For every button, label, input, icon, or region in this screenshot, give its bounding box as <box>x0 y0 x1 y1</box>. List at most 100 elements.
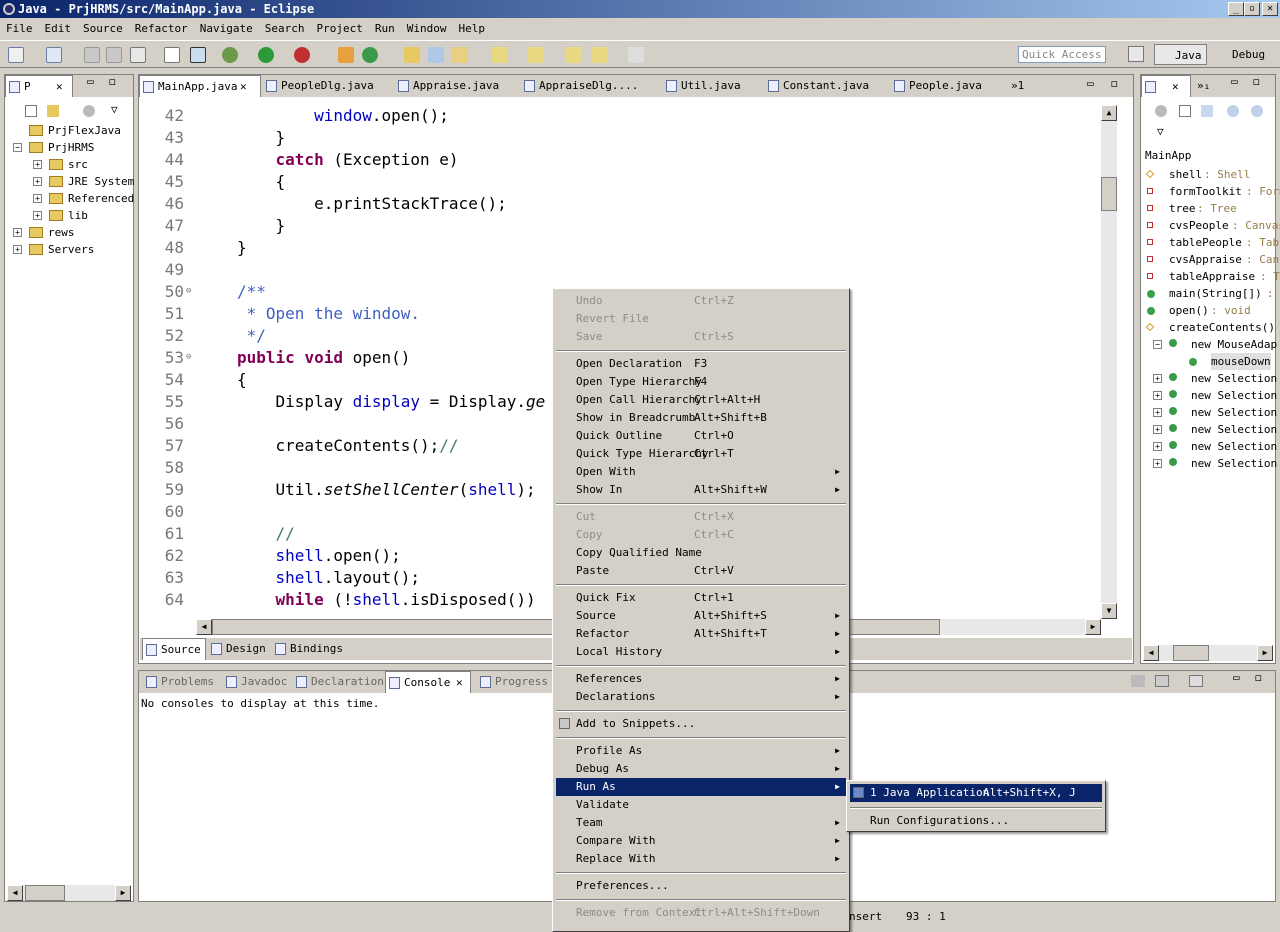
maximize-view-icon[interactable]: ◻ <box>109 75 116 88</box>
code-line[interactable]: } <box>237 215 286 237</box>
menu-item-open-type-hierarchy[interactable]: Open Type Hierarchy F4 <box>556 373 846 391</box>
collapse-icon[interactable]: − <box>1153 340 1162 349</box>
minimize-view-icon[interactable]: ▭ <box>87 75 94 88</box>
menu-item-profile-as[interactable]: Profile As ▶ <box>556 742 846 760</box>
close-icon[interactable]: ✕ <box>240 76 247 98</box>
expand-icon[interactable]: + <box>1153 408 1162 417</box>
menu-item-run-as[interactable]: Run As ▶ <box>556 778 846 796</box>
menu-item-1-java-application[interactable]: 1 Java Application Alt+Shift+X, J <box>850 784 1102 802</box>
menu-edit[interactable]: Edit <box>39 19 78 38</box>
menu-item-add-to-snippets[interactable]: Add to Snippets... <box>556 715 846 733</box>
code-line[interactable]: } <box>237 127 286 149</box>
code-line[interactable]: shell.layout(); <box>237 567 421 589</box>
menu-source[interactable]: Source <box>77 19 129 38</box>
menu-file[interactable]: File <box>0 19 39 38</box>
code-line[interactable]: public void open() <box>237 347 410 369</box>
perspective-java-button[interactable]: Java <box>1154 44 1207 65</box>
outline-root[interactable]: MainApp <box>1145 149 1191 162</box>
pin-console-icon[interactable] <box>1131 675 1145 687</box>
save-all-icon[interactable] <box>106 47 122 63</box>
fold-icon[interactable]: ⊖ <box>186 352 191 362</box>
expand-icon[interactable]: + <box>1153 459 1162 468</box>
minimize-editor-icon[interactable]: ▭ <box>1087 77 1094 90</box>
collapse-icon[interactable]: − <box>13 143 22 152</box>
scroll-right-button[interactable]: ▶ <box>115 885 131 901</box>
menu-item-undo[interactable]: Undo Ctrl+Z <box>556 292 846 310</box>
quick-access-input[interactable]: Quick Access <box>1018 46 1106 63</box>
close-icon[interactable]: ✕ <box>456 672 463 694</box>
tab-package-explorer[interactable]: P ✕ <box>5 75 73 97</box>
menu-item-run-configurations[interactable]: Run Configurations... <box>850 812 1102 830</box>
menu-help[interactable]: Help <box>452 19 491 38</box>
scroll-thumb[interactable] <box>25 885 65 901</box>
menu-run[interactable]: Run <box>369 19 401 38</box>
maximize-button[interactable]: ▫ <box>1244 2 1260 16</box>
menu-item-revert-file[interactable]: Revert File <box>556 310 846 328</box>
package-icon[interactable] <box>338 47 354 63</box>
menu-item-declarations[interactable]: Declarations ▶ <box>556 688 846 706</box>
expand-icon[interactable]: + <box>1153 442 1162 451</box>
menu-project[interactable]: Project <box>310 19 368 38</box>
menu-item-source[interactable]: Source Alt+Shift+S ▶ <box>556 607 846 625</box>
open-perspective-icon[interactable] <box>1128 46 1144 62</box>
open-console-icon[interactable] <box>1189 675 1203 687</box>
editor-tab[interactable]: People.java <box>891 75 1007 97</box>
expand-icon[interactable]: + <box>33 177 42 186</box>
menu-item-open-declaration[interactable]: Open Declaration F3 <box>556 355 846 373</box>
maximize-view-icon[interactable]: ◻ <box>1253 75 1260 88</box>
code-line[interactable]: */ <box>237 325 266 347</box>
new-icon[interactable] <box>8 47 24 63</box>
menu-item-paste[interactable]: Paste Ctrl+V <box>556 562 846 580</box>
menu-item-open-with[interactable]: Open With ▶ <box>556 463 846 481</box>
tab-outline[interactable]: ✕ <box>1141 75 1191 97</box>
code-line[interactable]: window.open(); <box>237 105 449 127</box>
menu-item-quick-fix[interactable]: Quick Fix Ctrl+1 <box>556 589 846 607</box>
menu-search[interactable]: Search <box>259 19 311 38</box>
scroll-left-button[interactable]: ◀ <box>196 619 212 635</box>
sort-icon[interactable] <box>1201 105 1213 117</box>
scroll-thumb[interactable] <box>1173 645 1209 661</box>
minimize-view-icon[interactable]: ▭ <box>1231 75 1238 88</box>
menu-item-preferences[interactable]: Preferences... <box>556 877 846 895</box>
code-line[interactable]: * Open the window. <box>237 303 420 325</box>
collapse-all-icon[interactable] <box>25 105 37 117</box>
menu-item-open-call-hierarchy[interactable]: Open Call Hierarchy Ctrl+Alt+H <box>556 391 846 409</box>
editor-tab[interactable]: PeopleDlg.java <box>263 75 393 97</box>
menu-item-quick-type-hierarchy[interactable]: Quick Type Hierarchy Ctrl+T <box>556 445 846 463</box>
minimize-view-icon[interactable]: ▭ <box>1233 671 1240 684</box>
collapse-all-icon[interactable] <box>1179 105 1191 117</box>
new-class-icon[interactable] <box>362 47 378 63</box>
code-line[interactable]: { <box>237 369 247 391</box>
editor-tab[interactable]: MainApp.java ✕ <box>139 75 261 97</box>
tab-design[interactable]: Design <box>208 638 268 660</box>
editor-tab[interactable]: Constant.java <box>765 75 889 97</box>
tab-problems[interactable]: Problems <box>143 671 219 693</box>
scroll-right-button[interactable]: ▶ <box>1085 619 1101 635</box>
code-line[interactable]: } <box>237 237 247 259</box>
editor-more-tabs[interactable]: »1 <box>1011 79 1024 92</box>
menu-item-replace-with[interactable]: Replace With ▶ <box>556 850 846 868</box>
maximize-editor-icon[interactable]: ◻ <box>1111 77 1118 90</box>
scroll-right-button[interactable]: ▶ <box>1257 645 1273 661</box>
scroll-thumb[interactable] <box>1101 177 1117 211</box>
tab-declaration[interactable]: Declaration <box>293 671 384 693</box>
open-type-icon[interactable] <box>404 47 420 63</box>
save-icon[interactable] <box>84 47 100 63</box>
last-edit-icon[interactable] <box>566 47 582 63</box>
expand-icon[interactable]: + <box>13 245 22 254</box>
outline-horizontal-scrollbar[interactable]: ◀ ▶ <box>1143 645 1273 661</box>
code-line[interactable]: // <box>237 523 295 545</box>
perspective-debug-button[interactable]: Debug <box>1212 44 1269 65</box>
menu-item-copy[interactable]: Copy Ctrl+C <box>556 526 846 544</box>
run-icon[interactable] <box>258 47 274 63</box>
editor-vertical-scrollbar[interactable]: ▲ ▼ <box>1101 105 1117 619</box>
focus-icon[interactable] <box>1155 105 1167 117</box>
close-icon[interactable]: ✕ <box>1172 76 1179 98</box>
horizontal-scrollbar[interactable]: ◀ ▶ <box>7 885 131 901</box>
select-tool-icon[interactable] <box>190 47 206 63</box>
maximize-view-icon[interactable]: ◻ <box>1255 671 1262 684</box>
link-editor-icon[interactable] <box>47 105 59 117</box>
scroll-up-button[interactable]: ▲ <box>1101 105 1117 121</box>
menu-window[interactable]: Window <box>401 19 453 38</box>
tab-progress[interactable]: Progress <box>477 671 553 693</box>
